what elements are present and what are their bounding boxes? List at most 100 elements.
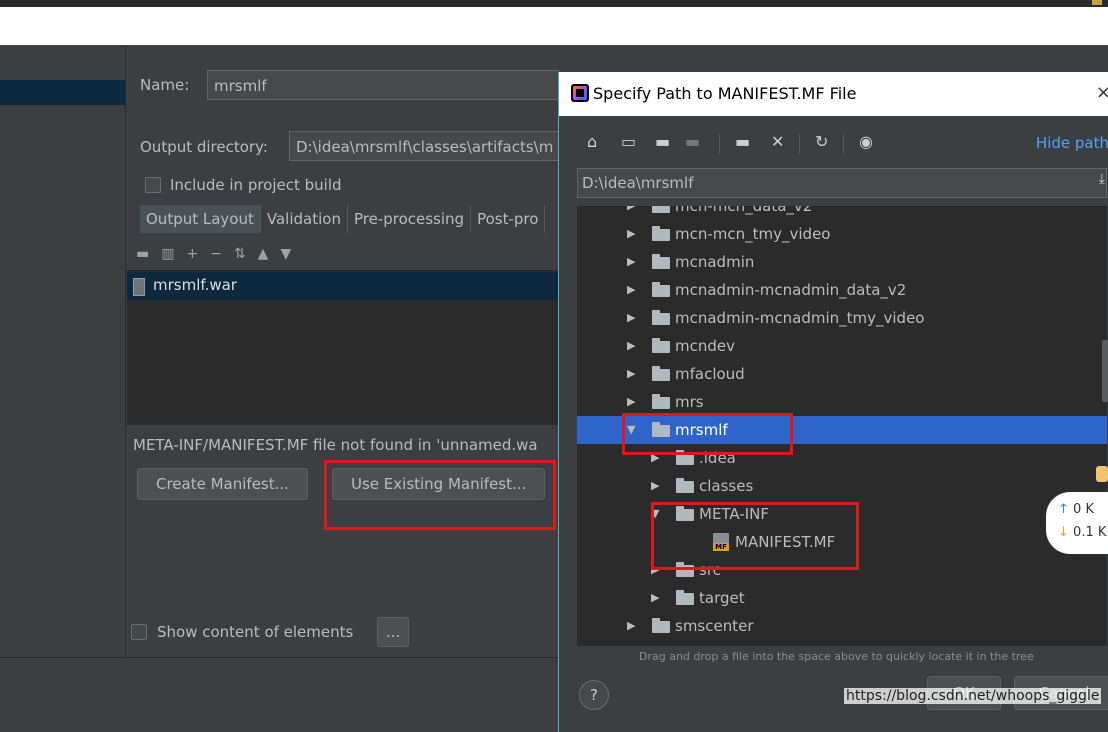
tree-folder-row[interactable]: ▶ smscenter [577,612,1107,640]
project-icon[interactable]: ▬ [655,132,670,151]
upload-speed: ↑ 0 K [1058,502,1094,517]
expand-arrow-right-icon[interactable]: ▶ [627,332,635,360]
move-down-icon[interactable]: ▼ [280,246,291,262]
window-header-bar [0,7,1108,45]
folder-icon [652,206,670,213]
tree-folder-row[interactable]: ▶ mrs [577,388,1107,416]
expand-arrow-right-icon[interactable]: ▶ [627,612,635,640]
tray-icon [1092,0,1102,5]
tree-folder-row[interactable]: ▶ mcndev [577,332,1107,360]
intellij-logo-icon [571,84,589,102]
archive-icon[interactable]: ▥ [161,246,174,262]
tree-row-label: mcn-mcn_data_v2 [675,206,813,215]
remove-icon[interactable]: − [210,246,222,262]
tab-output-layout[interactable]: Output Layout [140,205,261,233]
module-icon[interactable]: ▬ [685,132,700,151]
output-directory-label: Output directory: [140,138,268,156]
show-content-label: Show content of elements [157,623,354,641]
expand-arrow-right-icon[interactable]: ▶ [627,276,635,304]
show-content-checkbox[interactable] [131,624,147,640]
expand-arrow-right-icon[interactable]: ▶ [627,360,635,388]
name-label: Name: [140,76,190,94]
watermark: https://blog.csdn.net/whoops_giggle [844,688,1102,704]
download-icon[interactable]: ⤓ [1099,171,1105,187]
dialog-title: Specify Path to MANIFEST.MF File [593,84,857,103]
hide-path-link[interactable]: Hide path [1036,134,1108,152]
expand-arrow-right-icon[interactable]: ▶ [627,388,635,416]
tree-row-label: mcn-mcn_tmy_video [675,225,831,243]
download-speed: ↓ 0.1 K [1058,525,1107,540]
include-build-checkbox[interactable] [145,177,161,193]
drag-drop-hint: Drag and drop a file into the space abov… [639,650,1034,663]
manifest-file-dialog: Specify Path to MANIFEST.MF File × ⌂ ▭ ▬… [558,72,1108,732]
tree-folder-row[interactable]: ▶ mcnadmin-mcnadmin_tmy_video [577,304,1107,332]
tree-row-label: mrs [675,393,704,411]
expand-arrow-right-icon[interactable]: ▶ [627,220,635,248]
tree-folder-row[interactable]: ▶ mfacloud [577,360,1107,388]
tree-folder-row[interactable]: ▶ mcnadmin [577,248,1107,276]
tab-validation[interactable]: Validation [261,205,348,233]
home-icon[interactable]: ⌂ [587,132,597,151]
expand-arrow-right-icon[interactable]: ▶ [627,248,635,276]
war-archive-icon [133,278,145,296]
include-build-label: Include in project build [170,176,342,194]
output-item-label: mrsmlf.war [153,276,237,294]
tree-row-label: mfacloud [675,365,745,383]
folder-icon [652,366,670,381]
upload-arrow-icon: ↑ [1058,502,1069,517]
output-layout-item[interactable]: mrsmlf.war [127,272,559,300]
highlight-meta-inf [651,502,859,570]
tree-row-label: smscenter [675,617,754,635]
folder-icon [652,254,670,269]
tree-row-label: mcndev [675,337,735,355]
new-folder-icon[interactable]: ▬ [735,132,750,151]
highlight-mrsmlf [622,413,793,455]
output-directory-input[interactable]: D:\idea\mrsmlf\classes\artifacts\m [289,131,559,161]
move-up-icon[interactable]: ▲ [258,246,269,262]
tree-scrollbar[interactable] [1102,340,1108,402]
folder-icon [652,282,670,297]
artifacts-list-selected-row[interactable] [0,80,125,105]
desktop-icon[interactable]: ▭ [621,132,636,151]
tree-folder-row[interactable]: ▶ target [577,584,1107,612]
expand-arrow-right-icon[interactable]: ▶ [651,584,659,612]
expand-arrow-right-icon[interactable]: ▶ [651,472,659,500]
folder-icon [652,226,670,241]
create-directory-icon[interactable]: ▬ [136,246,149,262]
delete-icon[interactable]: ✕ [771,132,784,151]
sort-icon[interactable]: ⇅ [234,246,246,262]
tree-folder-row[interactable]: ▶ mcnadmin-mcnadmin_data_v2 [577,276,1107,304]
folder-icon [676,590,694,605]
add-icon[interactable]: + [186,246,198,262]
more-button[interactable]: ... [377,617,410,647]
folder-icon [652,394,670,409]
dialog-title-bar: Specify Path to MANIFEST.MF File × [559,72,1108,116]
refresh-icon[interactable]: ↻ [815,132,828,151]
name-input[interactable]: mrsmlf [207,70,559,100]
help-button[interactable]: ? [579,680,609,710]
path-input[interactable]: D:\idea\mrsmlf [577,168,1107,198]
folder-icon [676,478,694,493]
tab-post-processing[interactable]: Post-pro [471,205,546,233]
manifest-warning: META-INF/MANIFEST.MF file not found in '… [133,436,538,454]
create-manifest-button[interactable]: Create Manifest... [137,468,308,500]
tree-row-label: mcnadmin-mcnadmin_tmy_video [675,309,925,327]
tray-mascot-icon [1096,466,1108,482]
artifact-tabs: Output Layout Validation Pre-processing … [140,205,546,233]
bottom-button-bar [0,657,560,719]
close-icon[interactable]: × [1096,82,1108,103]
expand-arrow-right-icon[interactable]: ▶ [627,304,635,332]
tree-row-label: target [699,589,745,607]
tree-folder-row[interactable]: ▶ classes [577,472,1107,500]
top-strip [0,0,1108,7]
highlight-use-existing [324,460,556,530]
expand-arrow-right-icon[interactable]: ▶ [627,206,635,220]
output-layout-toolbar: ▬ ▥ + − ⇅ ▲ ▼ [128,240,566,268]
show-hidden-icon[interactable]: ◉ [859,132,873,151]
folder-icon [652,310,670,325]
tree-folder-row[interactable]: ▶ mcn-mcn_tmy_video [577,220,1107,248]
tree-row-label: classes [699,477,754,495]
folder-icon [652,338,670,353]
tab-pre-processing[interactable]: Pre-processing [348,205,472,233]
tree-folder-row[interactable]: ▶ mcn-mcn_data_v2 [577,206,1107,220]
